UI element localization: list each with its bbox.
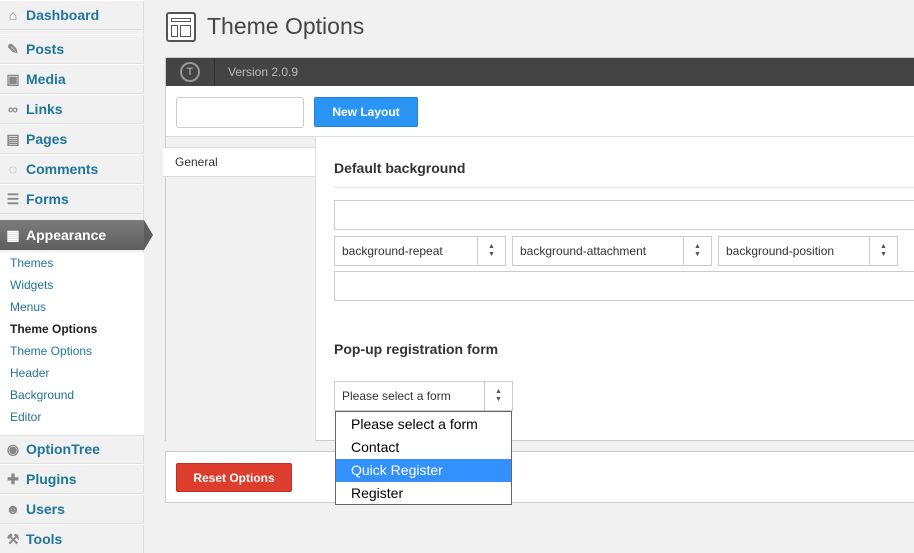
tab-general[interactable]: General bbox=[163, 147, 315, 177]
background-position-select[interactable]: background-position ▲ ▼ bbox=[718, 236, 898, 266]
forms-icon: ☰ bbox=[6, 190, 20, 207]
sidebar-item-media[interactable]: ▣ Media bbox=[0, 64, 144, 94]
sidebar-item-label: Plugins bbox=[26, 471, 77, 487]
optiontree-logo-icon: T bbox=[180, 62, 200, 82]
comment-icon: ◌ bbox=[8, 161, 18, 177]
sidebar-item-forms[interactable]: ☰ Forms bbox=[0, 184, 144, 214]
submenu-theme-options[interactable]: Theme Options bbox=[10, 344, 92, 358]
sidebar-item-appearance[interactable]: ▦ Appearance bbox=[0, 220, 153, 250]
sidebar-item-label: Media bbox=[26, 71, 66, 87]
dropdown-option[interactable]: Register bbox=[336, 482, 511, 505]
select-value: background-repeat bbox=[342, 244, 443, 258]
media-icon: ▣ bbox=[6, 70, 20, 87]
admin-sidebar: ⌂ Dashboard ✎ Posts ▣ Media ∞ Links ▤ Pa… bbox=[0, 0, 153, 553]
sidebar-item-label: Users bbox=[26, 501, 65, 517]
sidebar-item-label: Posts bbox=[26, 41, 65, 57]
select-arrows-icon: ▲ ▼ bbox=[683, 237, 711, 265]
options-panel: T Version 2.0.9 New Layout General Defau… bbox=[163, 57, 914, 441]
reset-options-button[interactable]: Reset Options bbox=[176, 463, 292, 492]
link-icon: ∞ bbox=[8, 101, 18, 117]
popup-registration-title: Pop-up registration form bbox=[334, 341, 499, 357]
sidebar-item-label: Comments bbox=[26, 161, 99, 177]
submenu-theme-options-current[interactable]: Theme Options bbox=[10, 322, 97, 336]
dropdown-option[interactable]: Contact bbox=[336, 436, 511, 459]
background-color-field[interactable] bbox=[334, 200, 914, 230]
sidebar-item-label: OptionTree bbox=[26, 441, 100, 457]
layout-name-input[interactable] bbox=[176, 97, 304, 128]
submenu-editor[interactable]: Editor bbox=[10, 410, 41, 424]
sidebar-item-users[interactable]: ☻ Users bbox=[0, 494, 144, 524]
sidebar-item-label: Pages bbox=[26, 131, 68, 147]
version-label: Version 2.0.9 bbox=[228, 65, 299, 79]
sidebar-item-links[interactable]: ∞ Links bbox=[0, 94, 144, 124]
sidebar-item-label: Links bbox=[26, 101, 63, 117]
sidebar-item-pages[interactable]: ▤ Pages bbox=[0, 124, 144, 154]
submenu-background[interactable]: Background bbox=[10, 388, 74, 402]
select-value: background-position bbox=[726, 244, 835, 258]
optiontree-icon: ◉ bbox=[6, 440, 20, 457]
sidebar-item-dashboard[interactable]: ⌂ Dashboard bbox=[0, 0, 144, 30]
sidebar-item-posts[interactable]: ✎ Posts bbox=[0, 34, 144, 64]
sidebar-item-label: Dashboard bbox=[26, 7, 100, 23]
content-divider bbox=[316, 136, 914, 137]
page-title: Theme Options bbox=[207, 13, 365, 39]
options-footer: Reset Options bbox=[165, 451, 914, 503]
theme-options-icon bbox=[166, 12, 196, 42]
header-divider bbox=[214, 58, 215, 86]
select-value: Please select a form bbox=[342, 389, 451, 403]
popup-form-select[interactable]: Please select a form ▲ ▼ bbox=[334, 381, 513, 411]
tools-icon: ⚒ bbox=[6, 530, 20, 547]
select-arrows-icon: ▲ ▼ bbox=[869, 237, 897, 265]
plugin-icon: ✚ bbox=[7, 470, 19, 487]
sidebar-item-plugins[interactable]: ✚ Plugins bbox=[0, 464, 144, 494]
sidebar-item-comments[interactable]: ◌ Comments bbox=[0, 154, 144, 184]
pages-icon: ▤ bbox=[6, 130, 20, 147]
sidebar-item-tools[interactable]: ⚒ Tools bbox=[0, 524, 144, 553]
submenu-menus[interactable]: Menus bbox=[10, 300, 46, 314]
dashboard-icon: ⌂ bbox=[8, 7, 18, 23]
background-repeat-select[interactable]: background-repeat ▲ ▼ bbox=[334, 236, 506, 266]
select-arrows-icon: ▲ ▼ bbox=[484, 382, 512, 410]
sidebar-item-label: Appearance bbox=[26, 227, 107, 243]
appearance-icon: ▦ bbox=[6, 226, 20, 243]
submenu-themes[interactable]: Themes bbox=[10, 256, 53, 270]
popup-form-dropdown-list: Please select a form Contact Quick Regis… bbox=[335, 411, 512, 505]
new-layout-button[interactable]: New Layout bbox=[314, 97, 418, 127]
select-value: background-attachment bbox=[520, 244, 647, 258]
users-icon: ☻ bbox=[5, 501, 21, 517]
pin-icon: ✎ bbox=[7, 40, 19, 57]
dropdown-option-highlighted[interactable]: Quick Register bbox=[336, 459, 511, 482]
option-tree-header: T Version 2.0.9 bbox=[166, 58, 914, 86]
submenu-widgets[interactable]: Widgets bbox=[10, 278, 53, 292]
select-arrows-icon: ▲ ▼ bbox=[477, 237, 505, 265]
default-background-title: Default background bbox=[334, 160, 466, 176]
sidebar-item-label: Tools bbox=[26, 531, 63, 547]
sidebar-item-label: Forms bbox=[26, 191, 69, 207]
appearance-submenu: Themes Widgets Menus Theme Options Theme… bbox=[0, 252, 144, 436]
section-divider bbox=[334, 187, 914, 188]
submenu-header[interactable]: Header bbox=[10, 366, 49, 380]
background-image-field[interactable] bbox=[334, 271, 914, 301]
section-tabs: General bbox=[163, 136, 316, 441]
background-attachment-select[interactable]: background-attachment ▲ ▼ bbox=[512, 236, 712, 266]
sidebar-item-optiontree[interactable]: ◉ OptionTree bbox=[0, 434, 144, 464]
dropdown-option[interactable]: Please select a form bbox=[336, 413, 511, 436]
